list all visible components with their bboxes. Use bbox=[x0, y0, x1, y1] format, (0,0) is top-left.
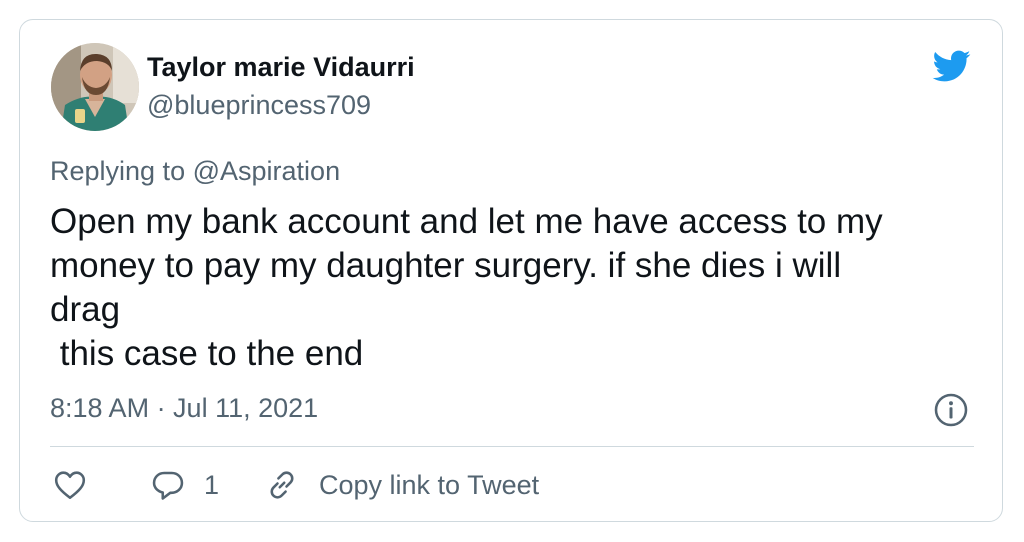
avatar-image bbox=[51, 43, 139, 131]
heart-icon bbox=[54, 471, 86, 500]
tweet-text-line: money to pay my daughter surgery. if she… bbox=[50, 246, 842, 285]
info-icon[interactable] bbox=[933, 392, 969, 428]
author-handle[interactable]: @blueprincess709 bbox=[147, 90, 371, 121]
tweet-timestamp[interactable]: 8:18 AM · Jul 11, 2021 bbox=[50, 393, 318, 424]
like-button[interactable] bbox=[52, 460, 88, 510]
tweet-text-line: drag bbox=[50, 290, 121, 329]
tweet-text: Open my bank account and let me have acc… bbox=[50, 200, 970, 376]
link-icon bbox=[270, 471, 294, 499]
speech-bubble-icon bbox=[152, 471, 184, 500]
twitter-bird-icon[interactable] bbox=[928, 46, 974, 86]
avatar[interactable] bbox=[51, 43, 139, 131]
reply-count: 1 bbox=[204, 469, 220, 500]
replying-to-prefix: Replying to bbox=[50, 156, 186, 186]
reply-button[interactable]: 1 bbox=[150, 460, 219, 510]
replying-to: Replying to @Aspiration bbox=[50, 156, 340, 187]
copy-link-label: Copy link to Tweet bbox=[319, 469, 540, 500]
tweet-text-line: this case to the end bbox=[50, 334, 364, 373]
author-display-name[interactable]: Taylor marie Vidaurri bbox=[147, 52, 415, 83]
divider bbox=[50, 446, 974, 447]
reply-mention-link[interactable]: @Aspiration bbox=[193, 156, 340, 186]
tweet-card: Taylor marie Vidaurri @blueprincess709 R… bbox=[19, 19, 1003, 522]
copy-link-button[interactable]: Copy link to Tweet bbox=[264, 460, 539, 510]
tweet-actions: 1 Copy link to Tweet bbox=[50, 460, 974, 510]
tweet-text-line: Open my bank account and let me have acc… bbox=[50, 202, 883, 241]
